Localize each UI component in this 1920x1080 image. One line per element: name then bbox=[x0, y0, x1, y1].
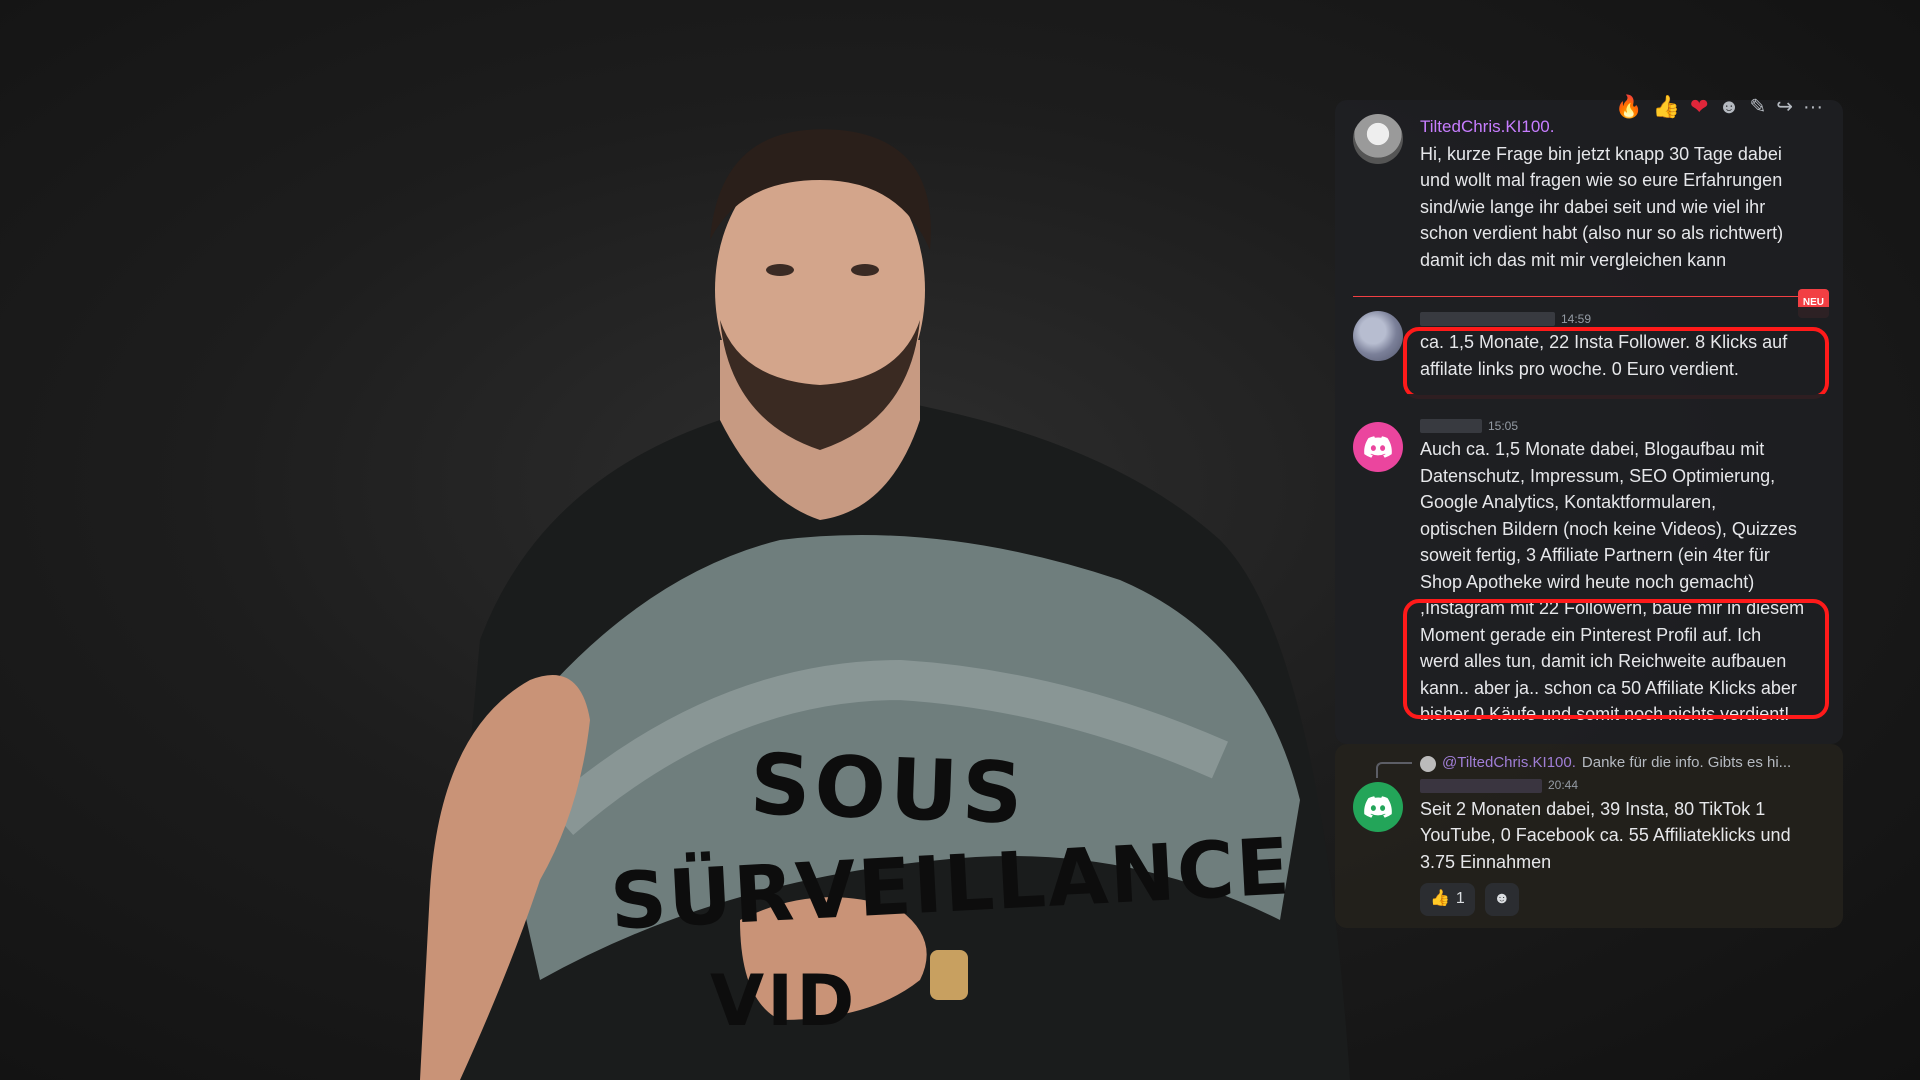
message-line: damit ich das mit mir vergleichen kann bbox=[1420, 249, 1727, 270]
more-options-icon[interactable]: ··· bbox=[1803, 94, 1823, 121]
user-avatar[interactable] bbox=[1353, 422, 1403, 472]
message-line: bisher 0 Käufe und somit noch nichts ver… bbox=[1420, 704, 1790, 724]
message-line: Auch ca. 1,5 Monate dabei, Blogaufbau mi… bbox=[1420, 439, 1765, 459]
message-line: Seit 2 Monaten dabei, 39 Insta, 80 TikTo… bbox=[1420, 798, 1766, 819]
reply-preview[interactable]: @TiltedChris.KI100. Danke für die info. … bbox=[1420, 752, 1823, 776]
discord-chat-overlay: 🔥 👍 ❤ ☻ ✎ ↪ ··· TiltedChris.KI100. Hi, k… bbox=[1335, 94, 1843, 928]
shirt-print-line-1: SOUS bbox=[748, 735, 1029, 843]
user-avatar[interactable] bbox=[1353, 311, 1403, 361]
user-avatar[interactable] bbox=[1353, 781, 1403, 832]
message-line: ,Instagram mit 22 Followern, baue mir in… bbox=[1420, 598, 1805, 618]
message-line: Moment gerade ein Pinterest Profil auf. … bbox=[1420, 624, 1762, 645]
redacted-username bbox=[1420, 312, 1555, 326]
message-timestamp: 20:44 bbox=[1548, 778, 1579, 793]
message-body: Auch ca. 1,5 Monate dabei, Blogaufbau mi… bbox=[1420, 436, 1823, 728]
discord-logo-icon bbox=[1364, 795, 1392, 818]
message-line: Google Analytics, Kontaktformularen, bbox=[1420, 492, 1717, 512]
message-body: ca. 1,5 Monate, 22 Insta Follower. 8 Kli… bbox=[1420, 329, 1823, 382]
chat-message: @TiltedChris.KI100. Danke für die info. … bbox=[1335, 743, 1843, 928]
forward-icon[interactable]: ↪ bbox=[1776, 94, 1793, 121]
redacted-username bbox=[1420, 419, 1482, 433]
new-messages-divider: NEU bbox=[1335, 287, 1843, 318]
message-line: werd alles tun, damit ich Reichweite auf… bbox=[1420, 651, 1787, 671]
message-line: ca. 1,5 Monate, 22 Insta Follower. 8 Kli… bbox=[1420, 332, 1788, 352]
add-reaction-button[interactable]: ☻ bbox=[1484, 883, 1519, 916]
thumbs-up-reaction[interactable]: 👍 1 bbox=[1420, 883, 1475, 916]
new-messages-line bbox=[1353, 296, 1798, 297]
edit-icon[interactable]: ✎ bbox=[1749, 94, 1766, 121]
message-line: affilate links pro woche. 0 Euro verdien… bbox=[1420, 358, 1739, 379]
message-line: und wollt mal fragen wie so eure Erfahru… bbox=[1420, 170, 1783, 190]
heart-reaction-icon[interactable]: ❤ bbox=[1690, 94, 1708, 121]
thumbs-up-icon: 👍 bbox=[1430, 890, 1450, 907]
message-line: soweit fertig, 3 Affiliate Partnern (ein… bbox=[1420, 545, 1770, 565]
reply-text: Danke für die info. Gibts es hi... bbox=[1581, 754, 1792, 772]
shirt-print-line-3: VID bbox=[710, 960, 858, 1042]
add-reaction-icon[interactable]: ☻ bbox=[1718, 94, 1739, 121]
message-line: Hi, kurze Frage bin jetzt knapp 30 Tage … bbox=[1420, 143, 1782, 164]
message-meta: 15:05 bbox=[1420, 416, 1823, 436]
message-line: Shop Apotheke wird heute noch gemacht) bbox=[1420, 571, 1755, 592]
message-line: sind/wie lange ihr dabei seit und wie vi… bbox=[1420, 196, 1766, 217]
message-line: optischen Bildern (noch keine Videos), Q… bbox=[1420, 518, 1797, 539]
presenter-illustration bbox=[420, 129, 1350, 1080]
redacted-username bbox=[1420, 778, 1542, 793]
reaction-count: 1 bbox=[1455, 890, 1465, 907]
reply-mention[interactable]: @TiltedChris.KI100. bbox=[1442, 752, 1576, 776]
message-body: Hi, kurze Frage bin jetzt knapp 30 Tage … bbox=[1420, 141, 1823, 274]
fire-reaction-icon[interactable]: 🔥 bbox=[1615, 94, 1642, 121]
chat-message: 15:05 Auch ca. 1,5 Monate dabei, Blogauf… bbox=[1335, 394, 1843, 744]
message-body: Seit 2 Monaten dabei, 39 Insta, 80 TikTo… bbox=[1420, 796, 1823, 876]
reaction-bar: 👍 1 ☻ bbox=[1420, 883, 1823, 916]
message-line: schon verdient habt (also nur so als ric… bbox=[1420, 223, 1784, 243]
thumbs-up-reaction-icon[interactable]: 👍 bbox=[1653, 94, 1680, 121]
message-meta: 14:59 bbox=[1420, 309, 1823, 329]
message-line: 3.75 Einnahmen bbox=[1420, 851, 1552, 872]
presenter-image: SOUS SÜRVEILLANCE VID bbox=[420, 120, 1350, 1080]
chat-message: 🔥 👍 ❤ ☻ ✎ ↪ ··· TiltedChris.KI100. Hi, k… bbox=[1335, 94, 1843, 287]
message-line: YouTube, 0 Facebook ca. 55 Affiliateklic… bbox=[1420, 825, 1791, 845]
message-line: Datenschutz, Impressum, SEO Optimierung, bbox=[1420, 465, 1776, 486]
reply-connector bbox=[1376, 761, 1412, 778]
add-reaction-icon: ☻ bbox=[1493, 890, 1511, 907]
chat-message: 14:59 ca. 1,5 Monate, 22 Insta Follower.… bbox=[1335, 307, 1843, 399]
user-avatar[interactable] bbox=[1353, 114, 1403, 164]
reply-avatar bbox=[1420, 755, 1436, 772]
message-line: kann.. aber ja.. schon ca 50 Affiliate K… bbox=[1420, 677, 1797, 698]
message-toolbar: 🔥 👍 ❤ ☻ ✎ ↪ ··· bbox=[1615, 94, 1823, 121]
message-meta: 20:44 bbox=[1420, 776, 1823, 796]
discord-logo-icon bbox=[1364, 436, 1392, 458]
